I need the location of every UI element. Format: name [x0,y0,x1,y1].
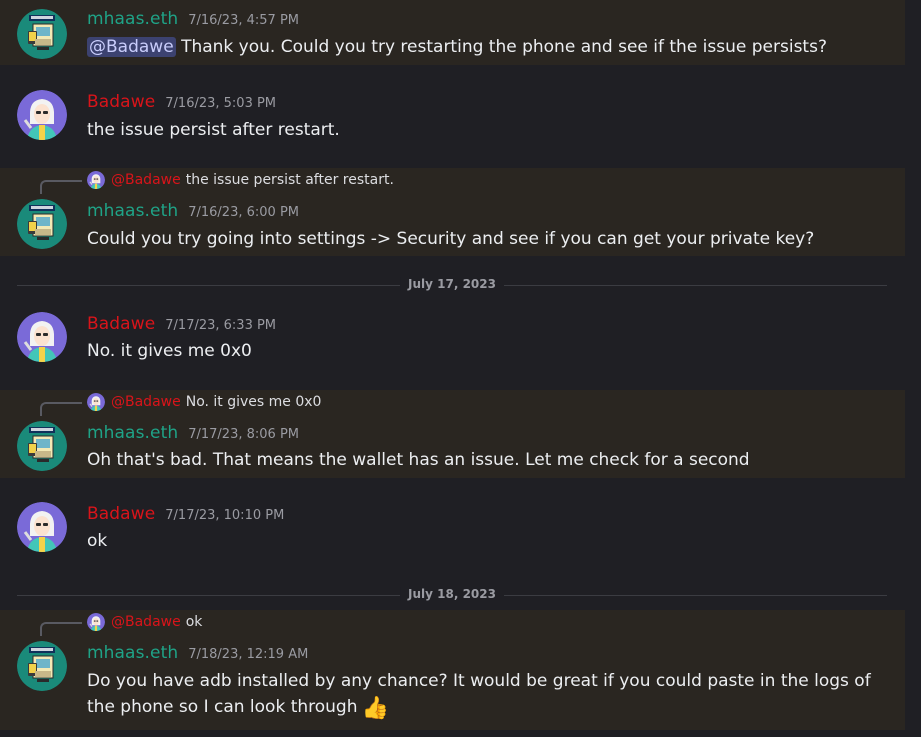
message[interactable]: @Badawe No. it gives me 0x0 mhaas.eth 7/… [0,390,905,478]
avatar[interactable] [17,90,67,140]
message-text: ok [87,531,108,551]
chat-message-list: mhaas.eth 7/16/23, 4:57 PM @Badawe Thank… [0,0,921,737]
message-text-line: Do you have adb installed by any chance?… [87,671,871,691]
reply-spine [40,180,82,194]
message-content: Do you have adb installed by any chance?… [87,668,889,720]
message-text: Oh that's bad. That means the wallet has… [87,450,750,470]
message[interactable]: Badawe 7/17/23, 6:33 PM No. it gives me … [0,304,905,374]
author-name[interactable]: mhaas.eth [87,9,178,29]
avatar[interactable] [17,199,67,249]
date-divider-label: July 18, 2023 [400,587,504,601]
message-text: No. it gives me 0x0 [87,341,252,361]
message-text: the issue persist after restart. [87,120,340,140]
message[interactable]: Badawe 7/16/23, 5:03 PM the issue persis… [0,82,905,152]
message-text: the phone so I can look through [87,697,358,717]
avatar[interactable] [17,312,67,362]
author-name[interactable]: Badawe [87,314,155,334]
reply-author[interactable]: @Badawe [111,172,181,188]
timestamp: 7/16/23, 6:00 PM [188,205,299,220]
message[interactable]: @Badawe the issue persist after restart.… [0,168,905,256]
reply-avatar [87,613,105,631]
avatar[interactable] [17,641,67,691]
author-name[interactable]: Badawe [87,504,155,524]
reply-spine [40,402,82,416]
timestamp: 7/17/23, 10:10 PM [165,508,285,523]
reply-preview[interactable]: @Badawe ok [87,613,202,631]
author-name[interactable]: Badawe [87,92,155,112]
avatar[interactable] [17,9,67,59]
message-text: Could you try going into settings -> Sec… [87,229,815,249]
avatar[interactable] [17,421,67,471]
timestamp: 7/17/23, 6:33 PM [165,318,277,333]
timestamp: 7/17/23, 8:06 PM [188,427,299,442]
avatar[interactable] [17,502,67,552]
reply-avatar [87,171,105,189]
reply-preview[interactable]: @Badawe the issue persist after restart. [87,171,394,189]
reply-avatar [87,393,105,411]
author-name[interactable]: mhaas.eth [87,643,178,663]
reply-author[interactable]: @Badawe [111,614,181,630]
timestamp: 7/18/23, 12:19 AM [188,647,309,662]
message-text: Thank you. Could you try restarting the … [181,37,827,57]
reply-text: ok [185,614,203,630]
message-text-line: the phone so I can look through 👍 [87,694,889,720]
timestamp: 7/16/23, 5:03 PM [165,96,277,111]
thumbs-up-icon: 👍 [361,696,389,721]
reply-author[interactable]: @Badawe [111,394,181,410]
timestamp: 7/16/23, 4:57 PM [188,13,299,28]
user-mention[interactable]: @Badawe [87,37,176,57]
message[interactable]: Badawe 7/17/23, 10:10 PM ok [0,494,905,564]
author-name[interactable]: mhaas.eth [87,423,178,443]
author-name[interactable]: mhaas.eth [87,201,178,221]
reply-text: the issue persist after restart. [185,172,394,188]
reply-spine [40,622,82,636]
reply-text: No. it gives me 0x0 [185,394,322,410]
message-content: @Badawe Thank you. Could you try restart… [87,34,889,60]
message[interactable]: @Badawe ok mhaas.eth 7/18/23, 12:19 AM D… [0,610,905,730]
message[interactable]: mhaas.eth 7/16/23, 4:57 PM @Badawe Thank… [0,0,905,65]
reply-preview[interactable]: @Badawe No. it gives me 0x0 [87,393,321,411]
date-divider-label: July 17, 2023 [400,277,504,291]
